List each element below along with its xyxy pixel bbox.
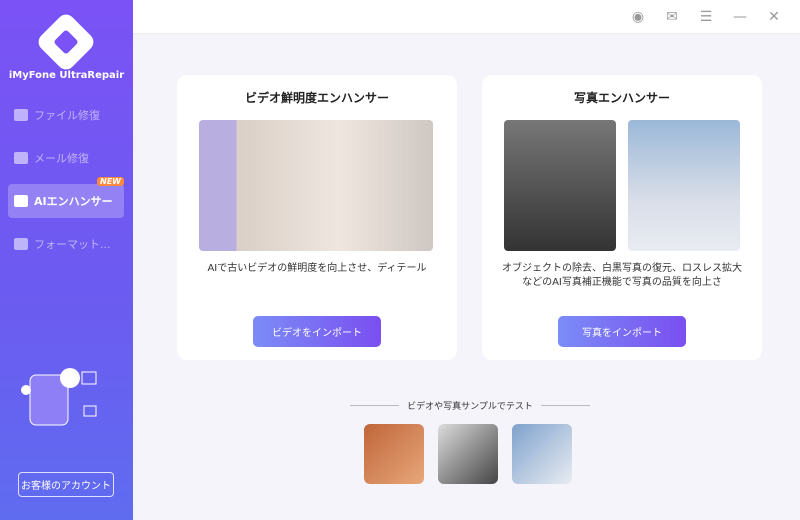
card-title: 写真エンハンサー <box>573 91 670 105</box>
house-photo-image <box>628 120 740 251</box>
photo-enhancer-card: 写真エンハンサー オブジェクトの除去、白黒写真の復元、ロスレス拡大などのAI写真… <box>482 75 762 360</box>
sample-bw-thumbnail[interactable] <box>438 424 498 484</box>
card-description: AIで古いビデオの鮮明度を向上させ、ディテール <box>207 263 427 274</box>
samples-divider: ビデオや写真サンプルでテスト <box>350 399 591 412</box>
sidebar-item-format[interactable]: フォーマット... <box>8 227 124 261</box>
file-icon <box>14 109 28 121</box>
sidebar-item-mail-repair[interactable]: メール修復 <box>8 141 124 175</box>
minimize-icon[interactable]: — <box>732 9 748 25</box>
mail-icon <box>14 152 28 164</box>
sample-video-thumbnail[interactable] <box>364 424 424 484</box>
app-logo-icon <box>34 10 98 74</box>
import-video-button[interactable]: ビデオをインポート <box>253 316 381 347</box>
folder-icon <box>14 238 28 250</box>
close-icon[interactable]: ✕ <box>766 9 782 25</box>
sidebar-item-label: メール修復 <box>34 152 89 165</box>
account-icon[interactable]: ◉ <box>630 9 646 25</box>
sample-house-thumbnail[interactable] <box>512 424 572 484</box>
samples-label: ビデオや写真サンプルでテスト <box>407 402 533 412</box>
sidebar-item-label: フォーマット... <box>34 238 111 251</box>
sidebar-item-ai-enhancer[interactable]: AIエンハンサー NEW <box>8 177 124 218</box>
video-enhancer-card: ビデオ鮮明度エンハンサー AIで古いビデオの鮮明度を向上させ、ディテール ビデオ… <box>177 75 457 360</box>
app-brand: iMyFone UltraRepair <box>8 70 125 81</box>
menu-icon[interactable]: ☰ <box>698 9 714 25</box>
sidebar-item-label: ファイル修復 <box>34 109 100 122</box>
magic-wand-icon <box>14 195 28 207</box>
illustration-icon <box>21 368 97 426</box>
card-title: ビデオ鮮明度エンハンサー <box>244 91 389 105</box>
card-description: オブジェクトの除去、白黒写真の復元、ロスレス拡大などのAI写真補正機能で写真の品… <box>502 263 742 288</box>
new-badge: NEW <box>97 177 124 186</box>
title-bar: ◉ ✉ ☰ — ✕ <box>133 0 800 34</box>
mail-icon[interactable]: ✉ <box>664 9 680 25</box>
account-button[interactable]: お客様のアカウント <box>18 472 114 497</box>
import-photo-button[interactable]: 写真をインポート <box>558 316 686 347</box>
sidebar-item-label: AIエンハンサー <box>34 195 113 208</box>
bw-photo-image <box>504 120 616 251</box>
sidebar: iMyFone UltraRepair ファイル修復 メール修復 AIエンハンサ… <box>0 0 133 520</box>
sidebar-item-file-repair[interactable]: ファイル修復 <box>8 98 124 132</box>
video-preview-image <box>199 120 433 251</box>
